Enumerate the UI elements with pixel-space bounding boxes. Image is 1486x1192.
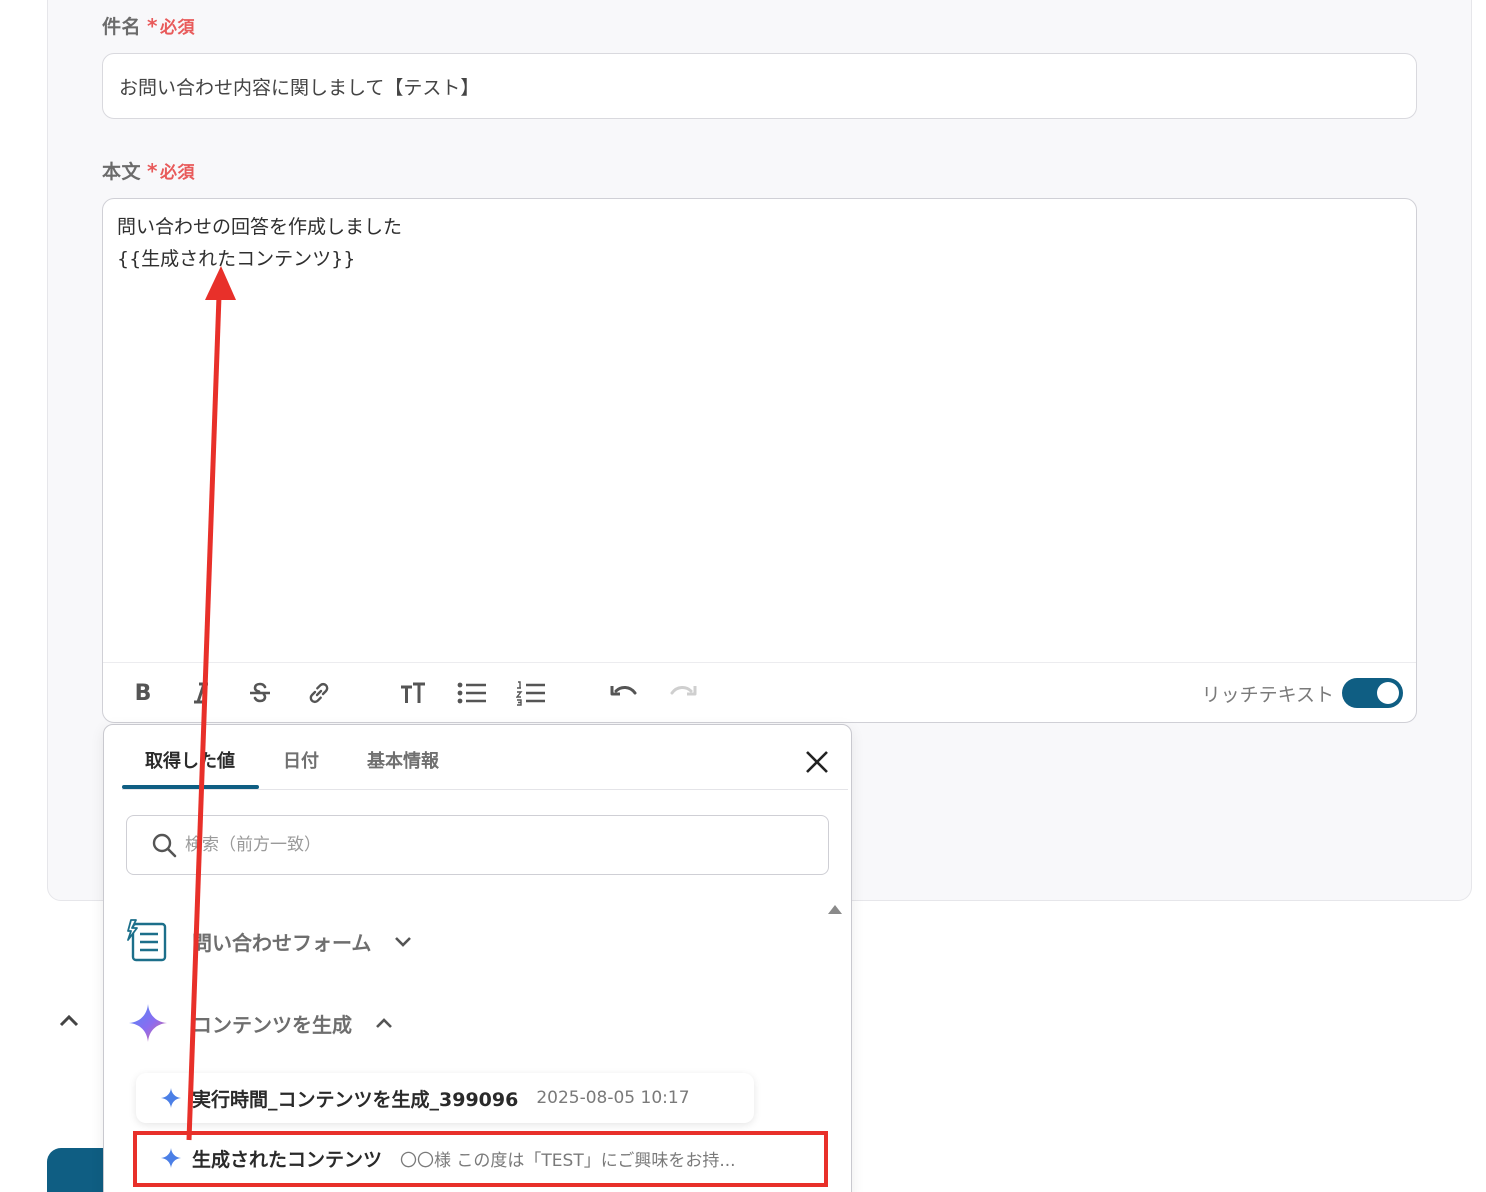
item-name: 実行時間_コンテンツを生成_399096 xyxy=(192,1088,519,1111)
body-text[interactable]: 問い合わせの回答を作成しました {{生成されたコンテンツ}} xyxy=(117,211,402,275)
item-meta: 2025-08-05 10:17 xyxy=(536,1088,690,1108)
subject-input[interactable]: お問い合わせ内容に関しまして【テスト】 xyxy=(102,53,1417,119)
link-icon xyxy=(309,682,329,704)
bullet-list-icon xyxy=(457,682,486,704)
text-size-icon xyxy=(401,682,425,703)
numbered-list-icon xyxy=(516,681,545,706)
bold-button[interactable]: B xyxy=(127,677,159,709)
group-label: 問い合わせフォーム xyxy=(192,930,372,955)
sparkle-icon xyxy=(161,1148,181,1168)
list-item[interactable]: 生成されたコンテンツ 〇〇様 この度は「TEST」にご興味をお持... xyxy=(136,1133,816,1183)
search-input[interactable] xyxy=(185,835,785,855)
body-label: 本文 * 必須 xyxy=(102,157,195,184)
rich-text-label: リッチテキスト xyxy=(1201,684,1334,706)
body-line-2: {{生成されたコンテンツ}} xyxy=(117,248,356,270)
toggle-knob xyxy=(1377,682,1399,704)
subject-label: 件名 * 必須 xyxy=(102,12,195,39)
required-badge: * 必須 xyxy=(147,159,195,183)
required-text: 必須 xyxy=(159,18,195,38)
tab-date[interactable]: 日付 xyxy=(283,747,319,773)
page: 件名 * 必須 お問い合わせ内容に関しまして【テスト】 本文 * 必須 問い合わせの回答… xyxy=(0,0,1486,1192)
group-label: コンテンツを生成 xyxy=(192,1012,352,1037)
bold-icon: B xyxy=(134,680,152,706)
item-meta: 〇〇様 この度は「TEST」にご興味をお持... xyxy=(400,1150,736,1171)
scroll-up-icon[interactable] xyxy=(828,905,842,914)
undo-icon xyxy=(610,686,637,696)
strikethrough-button[interactable] xyxy=(244,677,276,709)
editor-toolbar: B リッチテキスト xyxy=(103,662,1416,722)
variable-picker: 取得した値 日付 基本情報 問い合わせフォーム xyxy=(103,724,852,1192)
rich-text-toggle[interactable] xyxy=(1342,678,1403,708)
italic-button[interactable] xyxy=(185,677,217,709)
chevron-down-icon xyxy=(395,937,412,947)
subject-input-value: お問い合わせ内容に関しまして【テスト】 xyxy=(119,76,480,99)
body-editor[interactable]: 問い合わせの回答を作成しました {{生成されたコンテンツ}} B リッチテキスト xyxy=(102,198,1417,723)
collapse-chevron-icon[interactable] xyxy=(56,1008,82,1038)
sparkle-icon xyxy=(161,1088,181,1108)
sparkle-icon xyxy=(126,1001,170,1045)
required-badge: * 必須 xyxy=(147,14,195,38)
subject-label-text: 件名 xyxy=(102,16,142,38)
chevron-up-icon xyxy=(376,1018,392,1028)
tab-divider xyxy=(122,789,848,790)
redo-button[interactable] xyxy=(667,677,699,709)
italic-icon xyxy=(194,682,208,704)
group-inquiry-form[interactable]: 問い合わせフォーム xyxy=(126,919,413,963)
numbered-list-button[interactable] xyxy=(515,677,547,709)
required-text: 必須 xyxy=(159,163,195,183)
font-size-button[interactable] xyxy=(397,677,429,709)
search-icon xyxy=(152,833,177,858)
tab-basic-info[interactable]: 基本情報 xyxy=(367,747,439,773)
item-name: 生成されたコンテンツ xyxy=(192,1148,383,1171)
close-icon xyxy=(806,751,828,773)
body-line-1: 問い合わせの回答を作成しました xyxy=(117,216,403,238)
undo-button[interactable] xyxy=(608,677,640,709)
bullet-list-button[interactable] xyxy=(456,677,488,709)
tab-acquired-values[interactable]: 取得した値 xyxy=(145,747,235,773)
search-box[interactable] xyxy=(126,815,829,875)
close-button[interactable] xyxy=(802,747,832,777)
list-item[interactable]: 実行時間_コンテンツを生成_399096 2025-08-05 10:17 xyxy=(136,1073,754,1123)
form-icon xyxy=(126,919,170,963)
group-generate-content[interactable]: コンテンツを生成 xyxy=(126,1001,394,1045)
strikethrough-icon xyxy=(250,682,270,703)
active-tab-indicator xyxy=(122,785,259,789)
body-label-text: 本文 xyxy=(102,161,142,183)
link-button[interactable] xyxy=(303,677,335,709)
redo-icon xyxy=(670,686,697,696)
